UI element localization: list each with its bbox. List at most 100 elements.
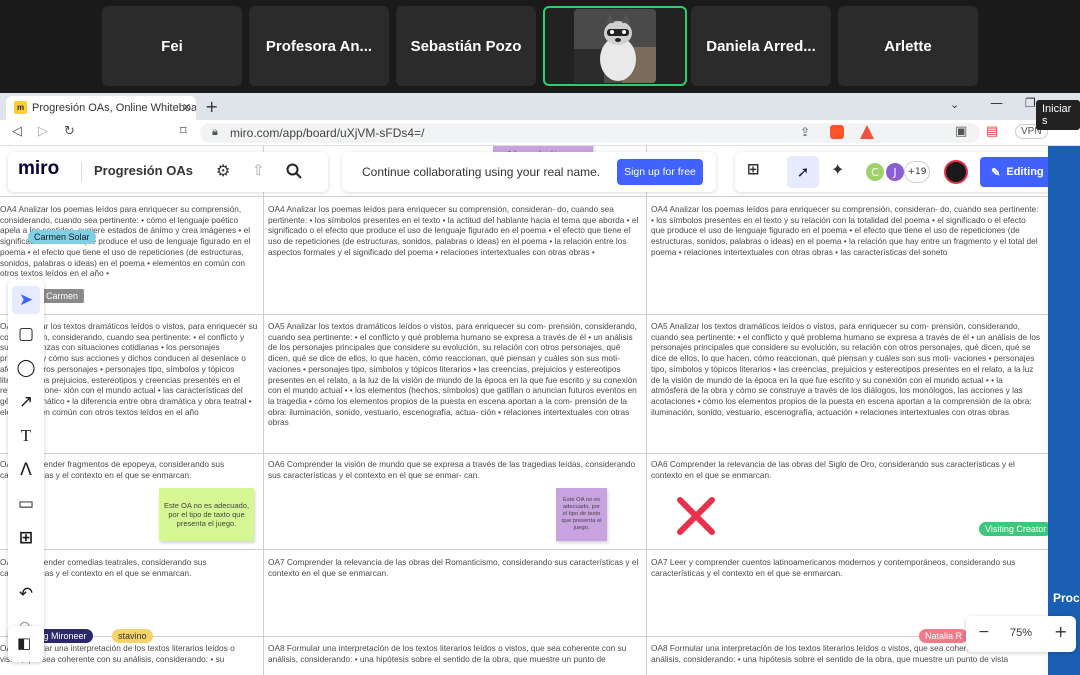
more-tools-plus-icon[interactable]: ⊞ [12,524,40,552]
miro-header: miro Progresión OAs ⚙ ⇧ [8,152,328,192]
participant-tile[interactable]: Sebastián Pozo [396,6,536,86]
raccoon-video-image [574,9,656,83]
tooltip: Iniciar s [1036,100,1080,130]
lock-icon: 🔒︎ [212,126,218,138]
avatar[interactable]: J [884,161,906,183]
apps-icon[interactable]: ⊞ [747,160,760,178]
brave-shield-icon[interactable] [830,125,844,139]
table-cell[interactable]: OA8 Formular una interpretación de los t… [268,643,640,673]
tab-bar: m Progresión OAs, Online Whiteboa ✕ + ⌄ … [0,93,1080,120]
pencil-icon: ✎ [991,166,1001,179]
x-mark-icon[interactable] [676,496,716,536]
participant-name: Arlette [884,37,932,55]
text-tool-icon[interactable]: T [12,422,40,450]
participant-tile[interactable]: Arlette [838,6,978,86]
tab-list-chevron-icon[interactable]: ⌄ [950,98,959,111]
participant-tile[interactable]: Fei [102,6,242,86]
video-participant-strip: Fei Profesora An... Sebastián Pozo Danie… [0,0,1080,130]
zoom-in-icon[interactable]: + [1054,622,1067,641]
more-users-badge[interactable]: +19 [904,161,930,183]
browser-window: m Progresión OAs, Online Whiteboa ✕ + ⌄ … [0,93,1080,675]
forward-icon[interactable]: ▷ [38,124,48,139]
minimize-icon[interactable]: — [990,96,1003,111]
collab-message: Continue collaborating using your real n… [362,165,601,179]
sticky-note-purple[interactable]: Este OA no es adecuado, por el tipo de t… [556,488,607,541]
sticky-note-green[interactable]: Este OA no es adecuado, por el tipo de t… [159,488,254,541]
cursor-label: Natalia R [919,629,969,643]
sidebar-toggle-icon[interactable]: ▣ [955,124,967,139]
cursor-label: Carmen Solar [28,230,96,244]
cursor-label: Visiting Creator [979,522,1048,536]
table-cell[interactable]: OA4 Analizar los poemas leídos para enri… [0,204,258,284]
header-divider [81,162,82,182]
select-tool-icon[interactable]: ➤ [12,286,40,314]
undo-icon[interactable]: ↶ [12,580,40,608]
settings-gear-icon[interactable]: ⚙ [216,161,230,180]
board-name[interactable]: Progresión OAs [94,163,193,178]
presentation-panel-edge: Proc [1048,146,1080,675]
user-avatar[interactable] [944,160,968,184]
participant-tile[interactable]: Daniela Arred... [691,6,831,86]
shapes-tool-icon[interactable]: ◯ [12,354,40,382]
table-cell[interactable]: OA7 Leer y comprender cuentos latinoamer… [651,557,1041,581]
pen-tool-icon[interactable]: Λ [12,456,40,484]
table-cell[interactable]: OA5 Analizar los textos dramáticos leído… [651,321,1041,441]
sign-up-button[interactable]: Sign up for free [617,159,703,185]
miro-logo[interactable]: miro [18,158,59,180]
zoom-out-icon[interactable]: − [978,624,990,640]
participant-name: Sebastián Pozo [410,37,522,55]
creation-toolbar: ➤ ▢ ◯ ↗ T Λ ▭ ⊞ ↶ ↷ [8,280,44,658]
url-text: miro.com/app/board/uXjVM-sFDs4=/ [230,126,425,140]
table-column-divider [263,146,264,675]
collaborate-banner: Continue collaborating using your real n… [342,152,716,192]
search-icon[interactable] [286,163,302,179]
tab-title: Progresión OAs, Online Whiteboa [32,102,196,114]
table-cell[interactable]: OA5 Analizar los textos dramáticos leído… [268,321,640,441]
panel-label: Proc [1053,591,1080,605]
sticky-note-tool-icon[interactable]: ▢ [12,320,40,348]
table-cell[interactable]: OA4 Analizar los poemas leídos para enri… [651,204,1041,274]
cursor-label: Carmen [40,289,85,303]
table-row-divider [0,314,1048,315]
celebrate-icon[interactable]: ✦ [831,160,844,179]
participant-video-feed [574,9,656,83]
reload-icon[interactable]: ↻ [64,124,75,139]
editing-mode-button[interactable]: ✎Editing⌄ [980,157,1048,187]
participant-tile-active-video[interactable] [543,6,687,86]
address-bar-row: ◁ ▷ ↻ ⌑ 🔒︎ miro.com/app/board/uXjVM-sFDs… [0,120,1080,146]
avatar[interactable]: C [864,161,886,183]
bookmark-icon[interactable]: ⌑ [180,124,187,139]
browser-tab[interactable]: m Progresión OAs, Online Whiteboa ✕ [6,96,196,120]
zoom-level[interactable]: 75% [1010,627,1032,639]
table-cell[interactable]: OA4 Analizar los poemas leídos para enri… [268,204,640,274]
participant-tile[interactable]: Profesora An... [249,6,389,86]
zoom-controls: − 75% + [966,616,1076,652]
cursor-follow-icon[interactable]: ➚ [787,156,819,188]
table-cell[interactable]: OA6 Comprender la relevancia de las obra… [651,459,1041,483]
miro-right-toolbar: ⊞ ➚ ✦ C J +19 ✎Editing⌄ [735,152,1048,192]
new-tab-icon[interactable]: + [205,97,218,116]
sidepanel-toggle-button[interactable]: ◧ [8,626,44,662]
participant-name: Fei [161,37,183,55]
share-icon[interactable]: ⇪ [800,125,810,139]
connection-line-tool-icon[interactable]: ↗ [12,388,40,416]
table-cell[interactable]: OA6 Comprender la visión de mundo que se… [268,459,640,483]
cursor-label: stavino [112,629,153,643]
participant-name: Daniela Arred... [706,37,816,55]
miro-board-canvas[interactable]: OA4 Analizar los poemas leídos para enri… [0,146,1048,675]
table-row-divider [0,196,1048,197]
brave-rewards-icon[interactable] [860,125,874,139]
panel-icon: ◧ [17,634,32,652]
close-tab-icon[interactable]: ✕ [182,101,191,114]
back-icon[interactable]: ◁ [12,124,22,139]
upload-icon[interactable]: ⇧ [252,161,265,179]
wallet-icon[interactable]: ▤ [986,124,998,139]
table-column-divider [646,146,647,675]
table-row-divider [0,453,1048,454]
comment-tool-icon[interactable]: ▭ [12,490,40,518]
url-field[interactable]: 🔒︎ miro.com/app/board/uXjVM-sFDs4=/ ⇪ [200,123,980,143]
table-row-divider [0,549,1048,550]
table-cell[interactable]: OA7 Comprender la relevancia de las obra… [268,557,640,581]
editing-label: Editing [1006,166,1044,178]
maximize-icon[interactable]: ❐ [1025,96,1036,110]
